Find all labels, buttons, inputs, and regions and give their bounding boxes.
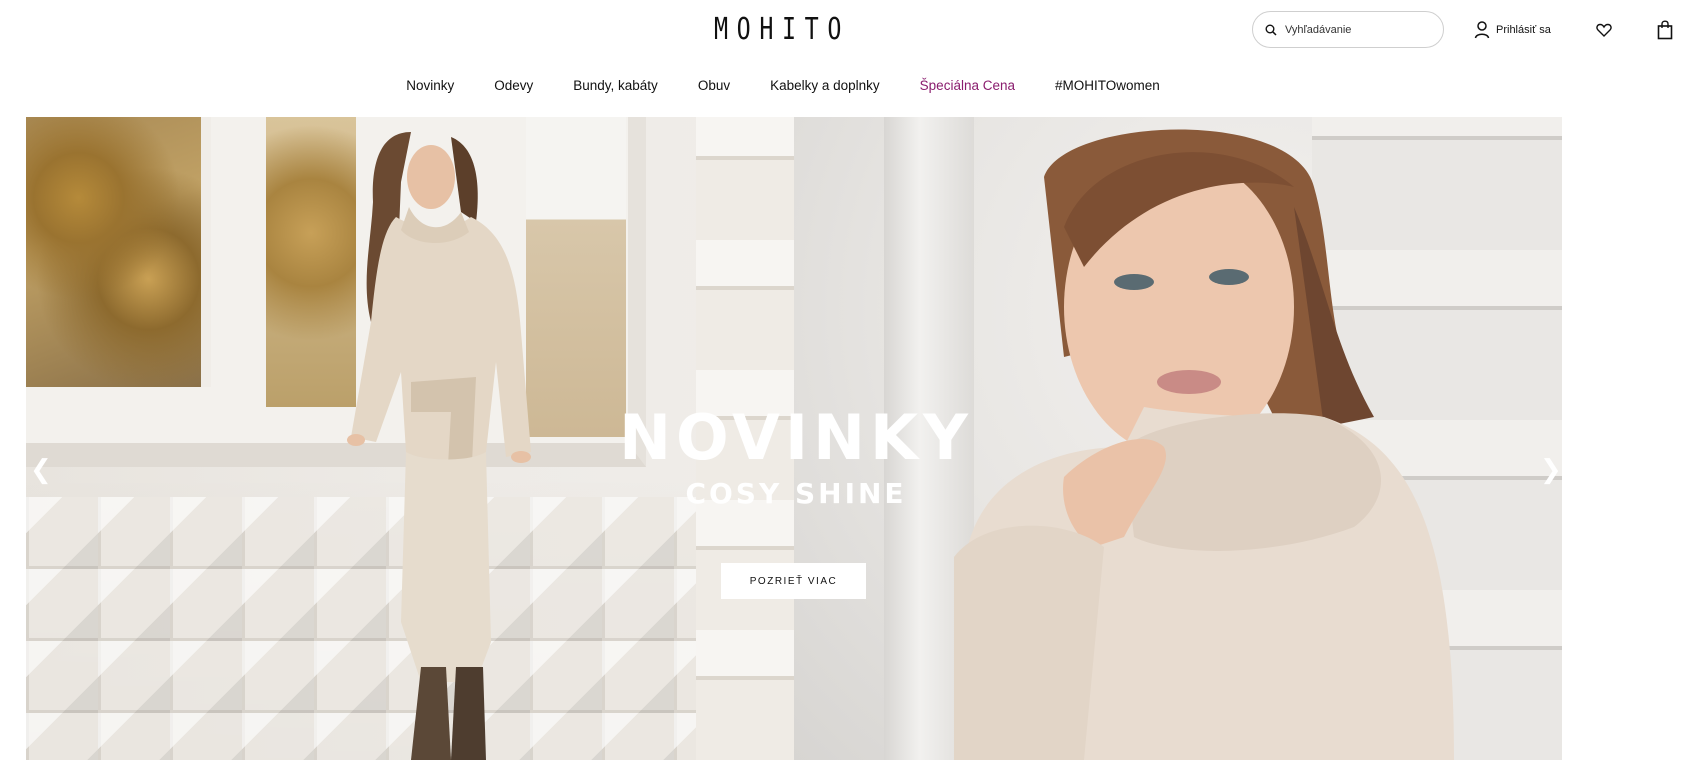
chevron-left-icon[interactable]: ❮: [30, 457, 52, 483]
login-label: Prihlásiť sa: [1496, 24, 1551, 36]
heart-icon: [1596, 23, 1612, 37]
nav-item-kabelky-doplnky[interactable]: Kabelky a doplnky: [770, 78, 880, 93]
cart-button[interactable]: [1657, 20, 1673, 40]
nav-item-specialna-cena[interactable]: Špeciálna Cena: [920, 78, 1015, 93]
chevron-right-icon[interactable]: ❯: [1540, 457, 1562, 483]
hero-title: NOVINKY: [619, 401, 973, 474]
login-button[interactable]: Prihlásiť sa: [1474, 21, 1551, 39]
see-more-button[interactable]: POZRIEŤ VIAC: [721, 563, 866, 599]
search-icon[interactable]: [1265, 24, 1277, 36]
hero-subtitle: COSY SHINE: [685, 477, 907, 510]
wishlist-button[interactable]: [1596, 22, 1612, 38]
hero-text: NOVINKY COSY SHINE: [566, 401, 1026, 511]
nav-item-mohitowomen[interactable]: #MOHITOwomen: [1055, 78, 1160, 93]
main-nav: Novinky Odevy Bundy, kabáty Obuv Kabelky…: [0, 78, 1566, 93]
user-icon: [1474, 21, 1490, 39]
hero-banner[interactable]: NOVINKY COSY SHINE POZRIEŤ VIAC ❮ ❯: [26, 117, 1562, 760]
logo[interactable]: MOHITO: [714, 12, 850, 47]
bag-icon: [1657, 20, 1673, 40]
nav-item-novinky[interactable]: Novinky: [406, 78, 454, 93]
model-figure-left: [347, 132, 531, 760]
nav-item-obuv[interactable]: Obuv: [698, 78, 730, 93]
nav-item-bundy-kabaty[interactable]: Bundy, kabáty: [573, 78, 658, 93]
nav-item-odevy[interactable]: Odevy: [494, 78, 533, 93]
search-box[interactable]: [1252, 11, 1444, 48]
window-pane: [26, 117, 211, 387]
search-input[interactable]: [1285, 23, 1435, 36]
